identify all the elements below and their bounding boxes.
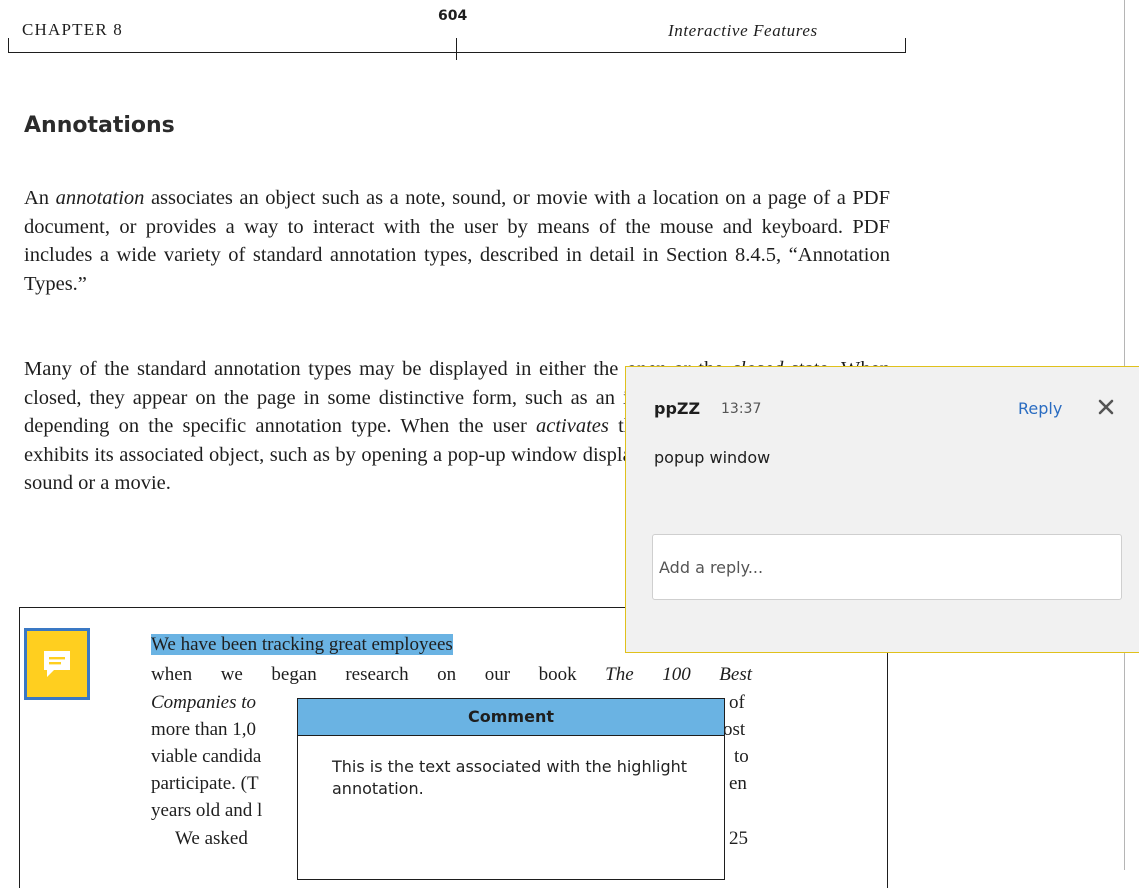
figure-line-2: when we began research on our book The 1… <box>151 664 752 685</box>
header-tick-right <box>905 38 906 53</box>
comment-timestamp: 13:37 <box>721 401 762 417</box>
reply-button[interactable]: Reply <box>1018 399 1062 418</box>
highlight-annotation[interactable]: We have been tracking great employees <box>151 634 453 655</box>
comment-annotation-popup[interactable]: Comment This is the text associated with… <box>297 698 725 880</box>
pdf-page: CHAPTER 8 604 Interactive Features Annot… <box>0 0 1139 888</box>
reply-input[interactable] <box>652 534 1122 600</box>
speech-bubble-icon <box>44 651 70 677</box>
comment-author: ppZZ <box>654 399 701 418</box>
comment-text: popup window <box>654 448 771 467</box>
paragraph-annotation-intro: An annotation associates an object such … <box>24 187 890 295</box>
note-popup-window[interactable]: ppZZ 13:37 Reply popup window <box>625 366 1139 653</box>
note-comment-icon[interactable] <box>24 628 90 700</box>
section-title: Annotations <box>24 113 175 138</box>
running-header-section: Interactive Features <box>668 21 818 40</box>
header-rule <box>8 52 906 53</box>
comment-popup-body: This is the text associated with the hig… <box>332 757 688 798</box>
running-header-chapter: CHAPTER 8 <box>22 20 124 39</box>
header-tick-center <box>456 38 457 60</box>
comment-popup-title: Comment <box>298 699 724 736</box>
header-tick-left <box>8 38 9 53</box>
close-icon[interactable] <box>1094 395 1118 419</box>
page-number: 604 <box>438 8 468 24</box>
